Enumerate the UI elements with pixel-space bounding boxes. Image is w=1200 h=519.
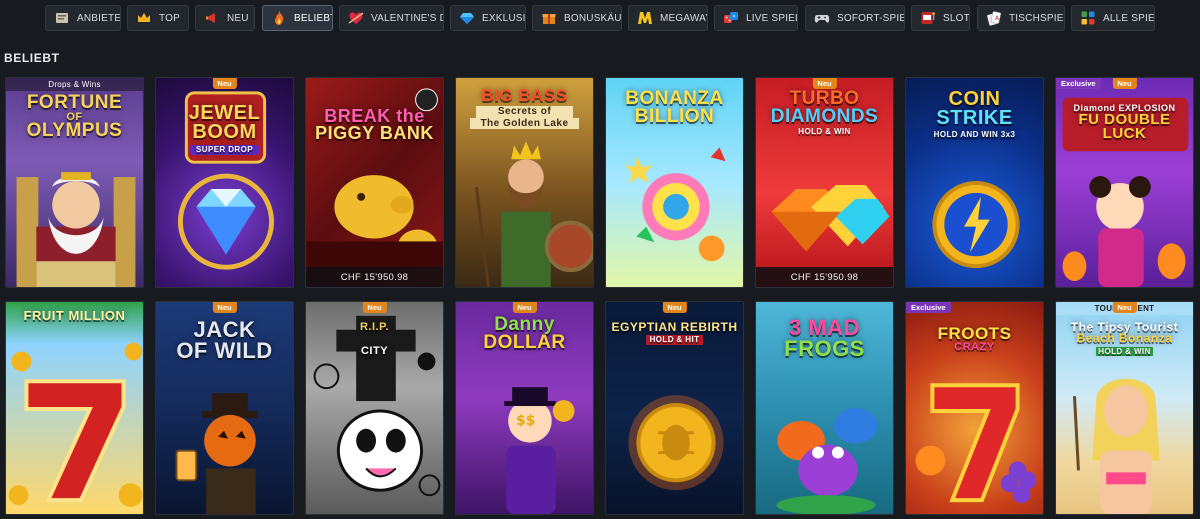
cards-icon: A <box>986 10 1002 26</box>
diamond-icon <box>459 10 475 26</box>
nav-tab-label: BONUSKÄUFE <box>564 12 622 24</box>
nav-tab-bonuskaeufe[interactable]: BONUSKÄUFE <box>532 5 622 31</box>
new-badge: Neu <box>1112 78 1137 89</box>
book-icon <box>54 10 70 26</box>
jackpot-amount: CHF 15'950.98 <box>756 267 893 287</box>
game-title: EGYPTIAN REBIRTH HOLD & HIT <box>611 320 738 345</box>
game-title: FRUIT MILLION <box>23 308 126 323</box>
game-tile-rip-city[interactable]: Neu R.I.P. CITY <box>305 301 444 515</box>
game-tile-tipsy-tourist[interactable]: TOURNAMENT Neu The Tipsy Tourist Beach B… <box>1055 301 1194 515</box>
nav-tab-label: SOFORT-SPIELE <box>837 12 904 24</box>
game-title: TURBO DIAMONDS HOLD & WIN <box>770 88 879 137</box>
nav-tab-top[interactable]: TOP <box>127 5 189 31</box>
nav-tab-tischspiele[interactable]: A TISCHSPIELE <box>977 5 1065 31</box>
new-badge: Neu <box>662 302 687 313</box>
game-tile-break-the-piggy-bank[interactable]: BREAK the PIGGY BANK CHF 15'950.98 <box>305 77 444 288</box>
nav-tab-alle-spiele[interactable]: ALLE SPIELE <box>1071 5 1155 31</box>
megaphone-icon <box>204 10 220 26</box>
slot-machine-icon <box>920 10 936 26</box>
nav-tab-label: VALENTINE'S DAY <box>371 12 443 24</box>
exclusive-badge: Exclusive <box>906 302 951 313</box>
game-title: JACK OF WILD <box>176 317 273 363</box>
nav-tab-valentines-day[interactable]: VALENTINE'S DAY <box>339 5 444 31</box>
game-tile-jewel-boom[interactable]: Neu JEWEL BOOM SUPER DROP <box>155 77 294 288</box>
nav-tab-label: ALLE SPIELE <box>1103 12 1155 24</box>
game-title: Diamond EXPLOSION FU DOUBLE LUCK <box>1073 103 1176 142</box>
new-badge: Neu <box>512 302 537 313</box>
new-badge: Neu <box>212 78 237 89</box>
grid-icon <box>1080 10 1096 26</box>
nav-tab-label: LIVE SPIELE <box>746 12 797 24</box>
nav-tab-megaways[interactable]: MEGAWAYS <box>628 5 708 31</box>
nav-tab-sofort-spiele[interactable]: SOFORT-SPIELE <box>805 5 905 31</box>
exclusive-badge: Exclusive <box>1056 78 1101 89</box>
megaways-m-icon <box>637 10 653 26</box>
new-badge: Neu <box>1112 302 1137 313</box>
new-badge: Neu <box>212 302 237 313</box>
gift-icon <box>541 10 557 26</box>
nav-tab-label: TOP <box>159 12 180 24</box>
game-tile-froots-crazy[interactable]: Exclusive FROOTS CRAZY <box>905 301 1044 515</box>
game-tile-fruit-million[interactable]: FRUIT MILLION <box>5 301 144 515</box>
nav-tab-slots[interactable]: SLOTS <box>911 5 970 31</box>
game-title: FROOTS CRAZY <box>937 324 1012 354</box>
game-tile-bonanza-billion[interactable]: BONANZA BILLION <box>605 77 744 288</box>
nav-tab-live-spiele[interactable]: LIVE SPIELE <box>714 5 798 31</box>
dice-icon <box>723 10 739 26</box>
nav-tab-label: ANBIETER <box>77 12 121 24</box>
nav-tab-anbieter[interactable]: ANBIETER <box>45 5 121 31</box>
game-tile-fortune-of-olympus[interactable]: Drops & Wins FORTUNE OF OLYMPUS <box>5 77 144 288</box>
game-tile-jack-of-wild[interactable]: Neu JACK OF WILD <box>155 301 294 515</box>
game-title: Danny DOLLAR <box>483 314 566 354</box>
nav-tab-label: TISCHSPIELE <box>1009 12 1064 24</box>
game-title: FORTUNE OF OLYMPUS <box>26 92 123 142</box>
jackpot-amount: CHF 15'950.98 <box>306 267 443 287</box>
heart-arrow-icon <box>348 10 364 26</box>
game-tile-3-mad-frogs[interactable]: 3 MAD FROGS <box>755 301 894 515</box>
drops-wins-ribbon: Drops & Wins <box>6 78 143 91</box>
gamepad-icon <box>814 10 830 26</box>
nav-tab-label: BELIEBT <box>294 12 333 24</box>
game-title: BONANZA BILLION <box>625 88 724 128</box>
new-badge: Neu <box>362 302 387 313</box>
game-artwork <box>8 342 143 508</box>
nav-tab-beliebt[interactable]: BELIEBT <box>262 5 333 31</box>
game-title: BREAK the PIGGY BANK <box>315 106 434 144</box>
section-title: BELIEBT <box>4 51 60 65</box>
game-tile-fu-double-luck[interactable]: Exclusive Neu Diamond EXPLOSION FU DOUBL… <box>1055 77 1194 288</box>
game-title: The Tipsy Tourist Beach Bonanza HOLD & W… <box>1070 320 1179 357</box>
svg-text:$$: $$ <box>516 413 535 429</box>
svg-text:A: A <box>995 15 1000 22</box>
game-title: BIG BASS Secrets of The Golden Lake <box>460 87 589 130</box>
nav-tab-label: NEU <box>227 12 249 24</box>
category-nav: ANBIETER TOP NEU BELIEBT VALENTINE'S DAY… <box>0 0 1200 38</box>
nav-tab-label: SLOTS <box>943 12 970 24</box>
game-tile-egyptian-rebirth[interactable]: Neu EGYPTIAN REBIRTH HOLD & HIT <box>605 301 744 515</box>
game-tile-big-bass-golden-lake[interactable]: BIG BASS Secrets of The Golden Lake <box>455 77 594 288</box>
new-badge: Neu <box>812 78 837 89</box>
flame-icon <box>271 10 287 26</box>
game-title: R.I.P. CITY <box>359 321 390 358</box>
game-title: JEWEL BOOM SUPER DROP <box>188 102 261 155</box>
nav-tab-exklusiv[interactable]: EXKLUSIV <box>450 5 526 31</box>
nav-tab-label: MEGAWAYS <box>660 12 707 24</box>
game-title: 3 MAD FROGS <box>784 315 865 361</box>
nav-tab-label: EXKLUSIV <box>482 12 526 24</box>
game-tile-danny-dollar[interactable]: Neu $$ Danny DOLLAR <box>455 301 594 515</box>
crown-icon <box>136 10 152 26</box>
nav-tab-neu[interactable]: NEU <box>195 5 255 31</box>
game-title: COIN STRIKE HOLD AND WIN 3x3 <box>910 89 1039 140</box>
game-tile-turbo-diamonds[interactable]: Neu TURBO DIAMONDS HOLD & WIN CHF 15'950… <box>755 77 894 288</box>
game-tile-coin-strike[interactable]: COIN STRIKE HOLD AND WIN 3x3 <box>905 77 1044 288</box>
